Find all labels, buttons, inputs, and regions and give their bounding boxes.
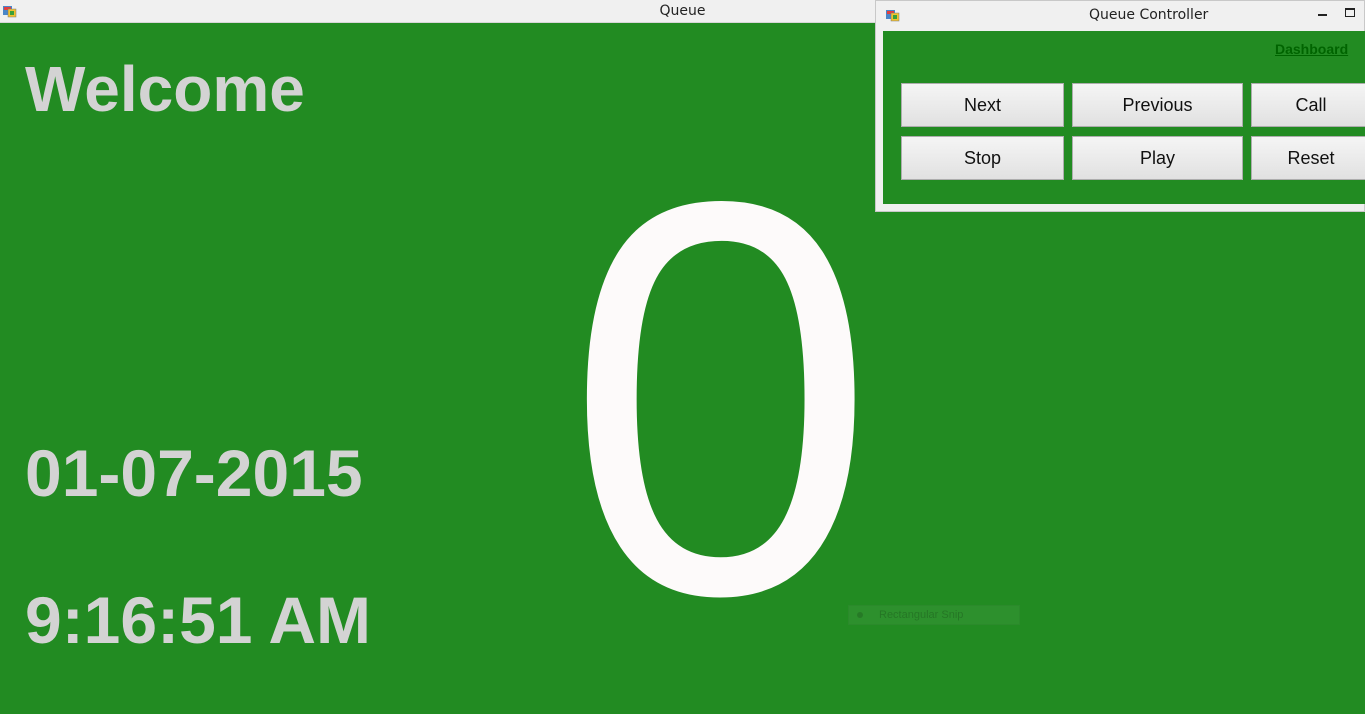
controller-titlebar[interactable]: Queue Controller	[876, 1, 1364, 31]
controller-panel: Dashboard Next Previous Call Stop Play R…	[883, 31, 1365, 204]
call-button[interactable]: Call	[1251, 83, 1365, 127]
date-label: 01-07-2015	[25, 436, 363, 510]
snip-tooltip-label: Rectangular Snip	[879, 609, 964, 621]
minimize-icon	[1318, 14, 1327, 16]
snip-icon	[857, 612, 863, 618]
queue-number: 0	[565, 85, 877, 711]
controller-window-icon[interactable]	[886, 8, 900, 22]
welcome-label: Welcome	[25, 53, 305, 125]
maximize-icon	[1345, 8, 1355, 17]
reset-button[interactable]: Reset	[1251, 136, 1365, 180]
next-button[interactable]: Next	[901, 83, 1064, 127]
maximize-button[interactable]	[1339, 3, 1361, 23]
minimize-button[interactable]	[1312, 3, 1334, 23]
previous-button[interactable]: Previous	[1072, 83, 1243, 127]
queue-controller-window: Queue Controller Dashboard Next Previous…	[875, 0, 1365, 212]
play-button[interactable]: Play	[1072, 136, 1243, 180]
dashboard-link[interactable]: Dashboard	[1275, 41, 1348, 57]
stop-button[interactable]: Stop	[901, 136, 1064, 180]
snip-tooltip: Rectangular Snip	[848, 605, 1020, 625]
controller-title: Queue Controller	[1089, 7, 1209, 23]
time-label: 9:16:51 AM	[25, 583, 372, 657]
